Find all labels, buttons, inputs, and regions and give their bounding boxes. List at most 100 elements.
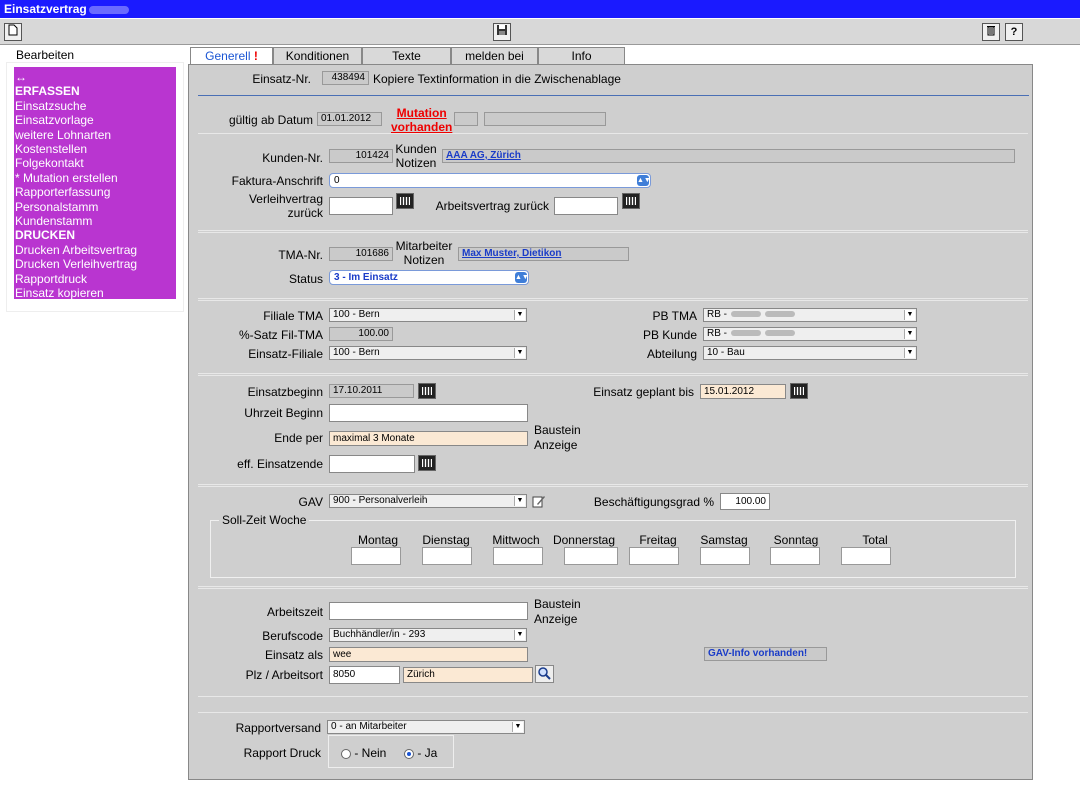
sidebar-item-einsatzsuche[interactable]: Einsatzsuche <box>15 99 176 113</box>
save-floppy-icon[interactable] <box>493 23 511 41</box>
status-select[interactable]: 3 - Im Einsatz ▲▼ <box>329 270 529 285</box>
tab-generell[interactable]: Generell ! <box>190 47 273 65</box>
tab-generell-label: Generell <box>205 49 251 63</box>
kunden-name-link[interactable]: AAA AG, Zürich <box>446 150 521 161</box>
rapportversand-label: Rapportversand <box>235 721 321 735</box>
radio-nein-icon[interactable] <box>341 748 351 759</box>
einsatz-geplant-calendar-icon[interactable] <box>790 383 808 399</box>
arbeitsvertrag-calendar-icon[interactable] <box>622 193 640 209</box>
tab-info[interactable]: Info <box>538 47 625 65</box>
faktura-anschrift-select[interactable]: 0 ▲▼ <box>329 173 651 188</box>
arbeitsvertrag-date-input[interactable] <box>554 197 618 215</box>
arbeitsort-input[interactable]: Zürich <box>403 667 533 683</box>
tma-name-link[interactable]: Max Muster, Dietikon <box>462 248 561 259</box>
day-input-total[interactable] <box>841 547 891 565</box>
day-input-montag[interactable] <box>351 547 401 565</box>
sidebar-item-mutation[interactable]: * Mutation erstellen <box>15 171 176 185</box>
sidebar-menu: ↔ ERFASSEN Einsatzsuche Einsatzvorlage w… <box>14 67 176 300</box>
sidebar-item-lohnarten[interactable]: weitere Lohnarten <box>15 128 176 142</box>
pb-tma-value: RB - <box>707 309 727 320</box>
abteilung-select[interactable]: 10 - Bau ▼ <box>703 346 917 360</box>
rapportversand-select[interactable]: 0 - an Mitarbeiter ▼ <box>327 720 525 734</box>
day-label-samstag: Samstag <box>700 533 748 547</box>
day-label-freitag: Freitag <box>639 533 677 547</box>
gueltig-ab-value: 01.01.2012 <box>317 112 382 126</box>
radio-ja[interactable]: - Ja <box>404 746 437 760</box>
filiale-tma-select[interactable]: 100 - Bern ▼ <box>329 308 527 322</box>
sidebar-item-personalstamm[interactable]: Personalstamm <box>15 200 176 214</box>
radio-nein[interactable]: - Nein <box>341 746 386 760</box>
mitarbeiter-notizen-label[interactable]: Mitarbeiter Notizen <box>394 239 454 267</box>
filiale-tma-label: Filiale TMA <box>263 309 323 323</box>
edit-note-icon[interactable] <box>532 495 546 508</box>
sidebar-item-rapportdruck[interactable]: Rapportdruck <box>15 272 176 286</box>
sidebar-item-rapporterfassung[interactable]: Rapporterfassung <box>15 185 176 199</box>
tab-texte[interactable]: Texte <box>362 47 451 65</box>
pb-kunde-value: RB - <box>707 328 727 339</box>
beschaeftigungsgrad-input[interactable]: 100.00 <box>720 493 770 510</box>
pb-tma-select[interactable]: RB - ▼ <box>703 308 917 322</box>
sidebar-item-kundenstamm[interactable]: Kundenstamm <box>15 214 176 228</box>
einsatz-geplant-input[interactable]: 15.01.2012 <box>700 384 786 399</box>
day-input-mittwoch[interactable] <box>493 547 543 565</box>
verleihvertrag-line2: zurück <box>287 206 323 220</box>
verleihvertrag-calendar-icon[interactable] <box>396 193 414 209</box>
status-value: 3 - Im Einsatz <box>334 272 398 283</box>
tma-nr-value: 101686 <box>329 247 393 261</box>
chevron-down-icon: ▼ <box>904 310 915 320</box>
day-input-dienstag[interactable] <box>422 547 472 565</box>
baustein-anzeige-link[interactable]: Baustein Anzeige <box>534 423 581 453</box>
einsatz-filiale-label: Einsatz-Filiale <box>248 347 323 361</box>
rapport-druck-label: Rapport Druck <box>243 746 321 760</box>
new-document-icon[interactable] <box>4 23 22 41</box>
gav-info-field[interactable]: GAV-Info vorhanden! <box>704 647 827 661</box>
einsatz-als-input[interactable]: wee <box>329 647 528 662</box>
sidebar-item-drucken-arbeitsvertrag[interactable]: Drucken Arbeitsvertrag <box>15 243 176 257</box>
einsatz-als-label: Einsatz als <box>264 648 323 662</box>
sollzeit-label: Soll-Zeit Woche <box>219 513 310 527</box>
sidebar-item-einsatzvorlage[interactable]: Einsatzvorlage <box>15 113 176 127</box>
blurred-title-suffix <box>88 5 129 14</box>
arbeit-baustein-link[interactable]: Baustein Anzeige <box>534 597 581 627</box>
radio-ja-icon[interactable] <box>404 748 414 759</box>
help-button[interactable]: ? <box>1005 23 1023 41</box>
arbeitszeit-label: Arbeitszeit <box>266 605 323 619</box>
day-input-freitag[interactable] <box>629 547 679 565</box>
copy-text-link[interactable]: Kopiere Textinformation in die Zwischena… <box>373 72 621 86</box>
faktura-anschrift-label: Faktura-Anschrift <box>231 174 323 188</box>
radio-nein-label: - Nein <box>354 746 387 760</box>
arbeit-baustein-line2: Anzeige <box>534 612 578 626</box>
uhrzeit-beginn-input[interactable] <box>329 404 528 422</box>
kunden-nr-label: Kunden-Nr. <box>262 151 323 165</box>
pb-kunde-select[interactable]: RB - ▼ <box>703 327 917 341</box>
sidebar-item-folgekontakt[interactable]: Folgekontakt <box>15 156 176 170</box>
eff-einsatzende-input[interactable] <box>329 455 415 473</box>
mutation-line1: Mutation <box>396 106 447 120</box>
sidebar-item-kostenstellen[interactable]: Kostenstellen <box>15 142 176 156</box>
ende-per-input[interactable]: maximal 3 Monate <box>329 431 528 446</box>
kunden-nr-value: 101424 <box>329 149 393 163</box>
tab-konditionen[interactable]: Konditionen <box>273 47 362 65</box>
main-panel: Einsatz-Nr. 438494 Kopiere Textinformati… <box>188 64 1033 780</box>
tab-melden-bei[interactable]: melden bei <box>451 47 538 65</box>
sidebar-item-expand[interactable]: ↔ <box>15 70 176 84</box>
kunden-notizen-label[interactable]: Kunden Notizen <box>394 142 438 170</box>
plz-input[interactable]: 8050 <box>329 666 400 684</box>
day-input-sonntag[interactable] <box>770 547 820 565</box>
sidebar-item-drucken-verleihvertrag[interactable]: Drucken Verleihvertrag <box>15 257 176 271</box>
delete-trash-icon[interactable] <box>982 23 1000 41</box>
sidebar-item-einsatz-kopieren[interactable]: Einsatz kopieren <box>15 286 176 300</box>
eff-einsatzende-calendar-icon[interactable] <box>418 455 436 471</box>
einsatzbeginn-calendar-icon[interactable] <box>418 383 436 399</box>
sidebar-heading-drucken: DRUCKEN <box>15 228 75 243</box>
arbeitszeit-input[interactable] <box>329 602 528 620</box>
day-input-donnerstag[interactable] <box>564 547 618 565</box>
gav-select[interactable]: 900 - Personalverleih ▼ <box>329 494 527 508</box>
window-title-bar: Einsatzvertrag <box>0 0 1080 18</box>
berufscode-select[interactable]: Buchhändler/in - 293 ▼ <box>329 628 527 642</box>
search-icon[interactable] <box>535 665 554 683</box>
verleihvertrag-date-input[interactable] <box>329 197 393 215</box>
day-input-samstag[interactable] <box>700 547 750 565</box>
einsatz-filiale-select[interactable]: 100 - Bern ▼ <box>329 346 527 360</box>
mutation-vorhanden-link[interactable]: Mutation vorhanden <box>391 106 452 134</box>
